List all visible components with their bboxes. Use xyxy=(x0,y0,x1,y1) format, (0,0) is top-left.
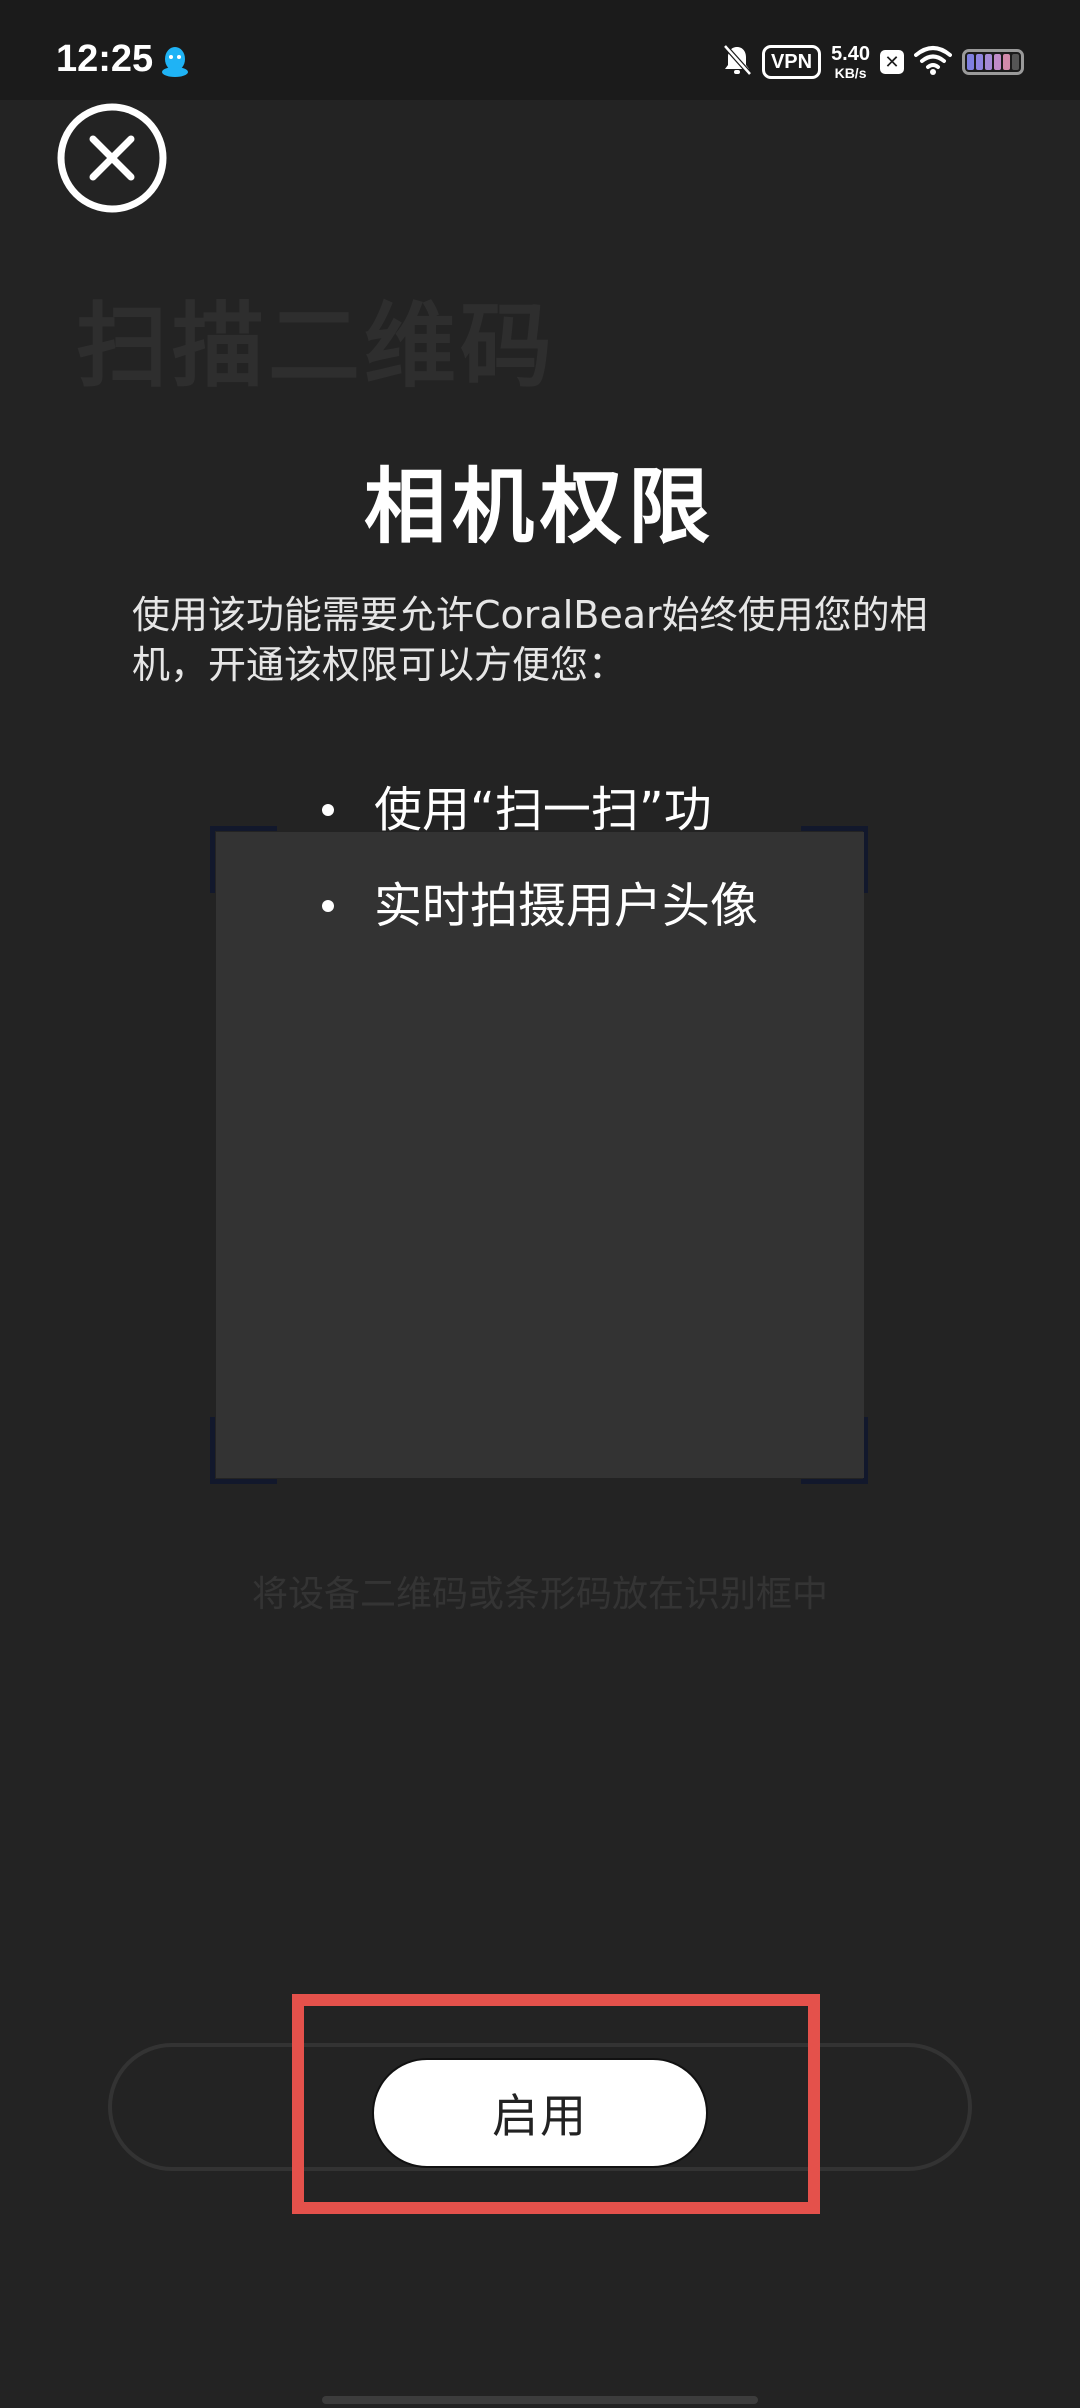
permission-feature-list: 使用“扫一扫”功 实时拍摄用户头像 xyxy=(318,762,758,954)
mute-bell-icon xyxy=(722,43,752,81)
status-bar: 12:25 VPN 5.40 KB/s ✕ xyxy=(0,0,1080,100)
battery-icon xyxy=(962,49,1024,75)
feature-item: 实时拍摄用户头像 xyxy=(318,858,758,954)
qq-notification-icon xyxy=(160,46,190,78)
close-icon xyxy=(57,103,167,213)
wifi-icon xyxy=(914,45,952,79)
enable-button[interactable]: 启用 xyxy=(372,2058,708,2168)
vpn-badge: VPN xyxy=(761,45,822,79)
app-x-icon: ✕ xyxy=(880,50,904,74)
network-speed-value: 5.40 xyxy=(831,43,870,65)
close-button[interactable] xyxy=(56,102,168,214)
status-icons: VPN 5.40 KB/s ✕ xyxy=(722,40,1024,84)
feature-item: 使用“扫一扫”功 xyxy=(318,762,758,858)
permission-title: 相机权限 xyxy=(363,460,716,555)
home-indicator[interactable] xyxy=(322,2396,758,2404)
page-title: 扫描二维码 xyxy=(76,293,557,400)
status-time: 12:25 xyxy=(56,38,154,80)
scan-hint: 将设备二维码或条形码放在识别框中 xyxy=(251,1574,828,1615)
permission-description: 使用该功能需要允许CoralBear始终使用您的相机，开通该权限可以方便您： xyxy=(132,593,928,687)
network-speed: 5.40 KB/s xyxy=(831,44,870,80)
network-speed-unit: KB/s xyxy=(834,65,867,81)
